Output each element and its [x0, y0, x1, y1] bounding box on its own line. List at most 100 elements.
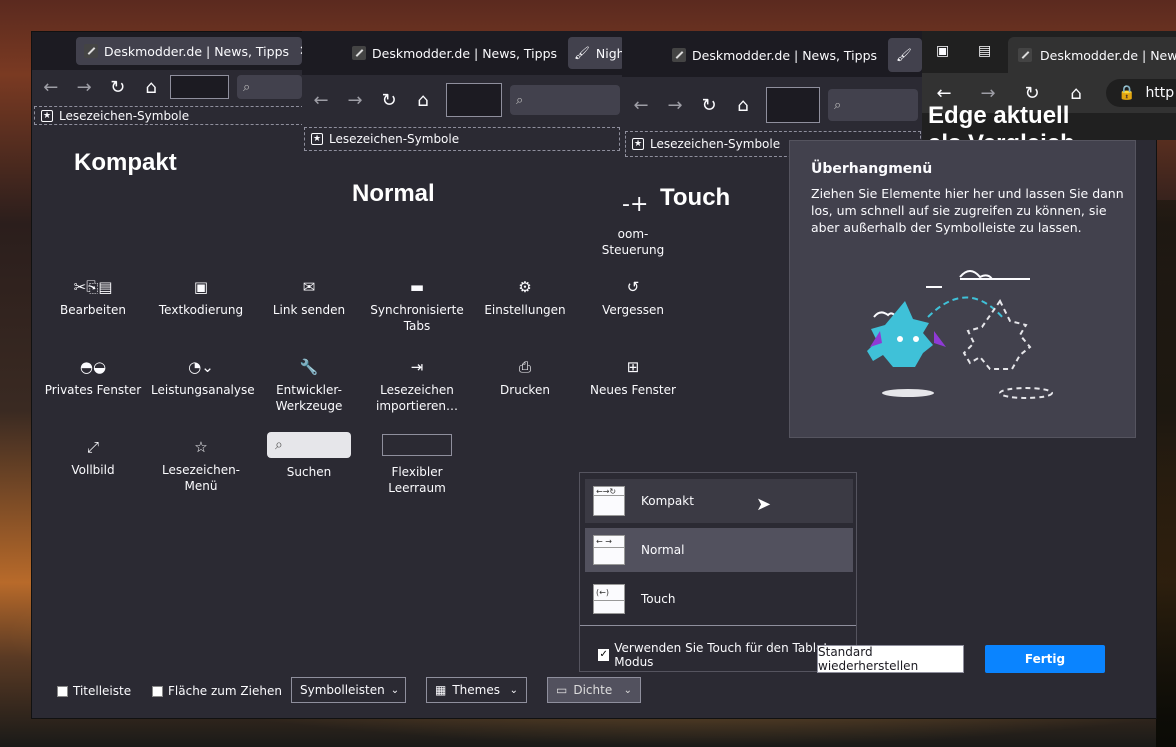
tab-deskmodder[interactable]: Deskmodder.de | News, Tipps ✕ — [346, 39, 564, 67]
url-input[interactable] — [766, 87, 820, 123]
edge-tab[interactable]: Deskmodder.de | News, Ti — [1008, 37, 1176, 73]
palette-print[interactable]: ⎙ Drucken — [475, 356, 575, 398]
density-option-touch[interactable]: (←) Touch — [585, 577, 853, 621]
themes-label: Themes — [452, 683, 500, 697]
close-icon[interactable]: ✕ — [295, 44, 302, 59]
titlebar-checkbox[interactable]: Titelleiste — [57, 684, 131, 698]
tab-deskmodder[interactable]: Deskmodder.de | News, Tipps ✕ — [666, 40, 888, 70]
home-icon[interactable]: ⌂ — [726, 95, 760, 116]
toolbars-dropdown[interactable]: Symbolleisten ⌄ — [291, 677, 406, 703]
palette-flexible-space[interactable]: Flexibler Leerraum — [367, 432, 467, 496]
reload-icon[interactable]: ↻ — [372, 90, 406, 111]
density-option-label: Normal — [641, 543, 685, 557]
edge-caption-line1: Edge aktuell — [928, 102, 1070, 129]
palette-label: Vergessen — [602, 303, 664, 317]
divider — [580, 625, 856, 626]
palette-search[interactable]: ⌕ Suchen — [259, 432, 359, 480]
workspaces-icon[interactable]: ▣ — [936, 43, 949, 59]
tab-actions-icon[interactable]: ▤ — [978, 43, 991, 59]
palette-zoom-controls[interactable]: oom- Steuerung — [583, 226, 683, 258]
checkmark-icon: ✓ — [598, 649, 610, 661]
back-icon[interactable]: ← — [34, 77, 67, 98]
tab-title: Nigh — [595, 45, 624, 61]
label-touch: Touch — [660, 184, 731, 211]
palette-developer-tools[interactable]: 🔧 Entwickler-Werkzeuge — [259, 356, 359, 414]
reload-icon[interactable]: ↻ — [101, 77, 134, 98]
palette-private-window[interactable]: ◓◒ Privates Fenster — [43, 356, 143, 398]
palette-label: Flexibler Leerraum — [388, 465, 446, 495]
forward-icon[interactable]: → — [67, 77, 100, 98]
url-input[interactable] — [169, 75, 229, 99]
tab-night[interactable]: 🖌 Nigh — [568, 37, 624, 69]
palette-label: Leistungsanalyse — [151, 383, 255, 397]
forward-icon[interactable]: → — [966, 83, 1010, 104]
tab-bar: Deskmodder.de | News, Tipps ✕ 🖌 — [622, 31, 922, 77]
bookmarks-toolbar[interactable]: ★ Lesezeichen-Symbole — [304, 127, 620, 151]
bookmarks-toolbar-label: Lesezeichen-Symbole — [329, 132, 460, 146]
palette-profiler[interactable]: ◔⌄ Leistungsanalyse — [151, 356, 255, 398]
label-kompakt: Kompakt — [74, 149, 177, 176]
palette-forget[interactable]: ↺ Vergessen — [583, 276, 683, 318]
palette-email-link[interactable]: ✉ Link senden — [259, 276, 359, 318]
back-icon[interactable]: ← — [624, 95, 658, 116]
edge-address-text: http — [1145, 85, 1175, 101]
palette-new-window[interactable]: ⊞ Neues Fenster — [583, 356, 683, 398]
bookmark-star-icon: ★ — [311, 133, 323, 145]
nav-bar: ← → ↻ ⌂ ⌕ — [622, 83, 922, 127]
density-option-compact[interactable]: ←→↻ Kompakt — [585, 479, 853, 523]
restore-defaults-button[interactable]: Standard wiederherstellen — [817, 645, 964, 673]
done-button[interactable]: Fertig — [985, 645, 1105, 673]
palette-settings[interactable]: ⚙ Einstellungen — [475, 276, 575, 318]
zoom-plus-icon: -+ — [622, 192, 649, 217]
tab-deskmodder[interactable]: Deskmodder.de | News, Tipps ✕ — [76, 37, 302, 65]
close-icon[interactable]: ✕ — [563, 46, 564, 61]
search-input[interactable]: ⌕ — [828, 89, 918, 121]
reload-icon[interactable]: ↻ — [1010, 83, 1054, 104]
printer-icon: ⎙ — [518, 358, 531, 376]
home-icon[interactable]: ⌂ — [134, 77, 167, 98]
palette-fullscreen[interactable]: ⤢ Vollbild — [43, 436, 143, 478]
themes-dropdown[interactable]: ▦ Themes ⌄ — [426, 677, 527, 703]
overflow-title: Überhangmenü — [811, 161, 933, 177]
home-icon[interactable]: ⌂ — [1054, 83, 1098, 104]
density-option-label: Kompakt — [641, 494, 694, 508]
bookmark-star-icon: ★ — [41, 109, 53, 122]
density-popup: ←→↻ Kompakt ← → Normal (←) Touch ✓ Verwe… — [579, 472, 857, 672]
drag-space-checkbox[interactable]: Fläche zum Ziehen — [152, 684, 282, 698]
palette-edit[interactable]: ✂⎘▤ Bearbeiten — [43, 276, 143, 318]
forward-icon[interactable]: → — [338, 90, 372, 111]
search-input[interactable]: ⌕ — [510, 85, 620, 115]
chevron-down-icon: ⌄ — [623, 684, 632, 696]
density-normal-icon: ← → — [593, 535, 625, 565]
palette-synced-tabs[interactable]: ▬ Synchronisierte Tabs — [367, 276, 467, 334]
back-icon[interactable]: ← — [922, 83, 966, 104]
laptop-icon: ▬ — [409, 278, 425, 296]
dragon-illustration — [867, 270, 1053, 399]
palette-label: Synchronisierte Tabs — [370, 303, 464, 333]
bookmarks-toolbar[interactable]: ★ Lesezeichen-Symbole — [34, 106, 304, 125]
chevron-down-icon: ⌄ — [390, 684, 400, 696]
bookmarks-toolbar-label: Lesezeichen-Symbole — [650, 137, 781, 151]
palette-label: Suchen — [286, 465, 332, 479]
reload-icon[interactable]: ↻ — [692, 95, 726, 116]
forward-icon[interactable]: → — [658, 95, 692, 116]
bookmark-star-icon: ☆ — [194, 438, 208, 456]
overflow-menu-panel[interactable]: Überhangmenü Ziehen Sie Elemente hier he… — [789, 140, 1136, 438]
palette-text-encoding[interactable]: ▣ Textkodierung — [151, 276, 251, 318]
density-compact-icon: ←→↻ — [593, 486, 625, 516]
edge-address-bar[interactable]: 🔒 http — [1106, 79, 1176, 107]
back-icon[interactable]: ← — [304, 90, 338, 111]
search-input[interactable]: ⌕ — [236, 75, 303, 99]
home-icon[interactable]: ⌂ — [406, 90, 440, 111]
density-touch-icon: (←) — [593, 584, 625, 614]
palette-bookmarks-menu[interactable]: ☆ Lesezeichen-Menü — [151, 436, 251, 494]
favicon-icon — [672, 48, 686, 62]
density-option-normal[interactable]: ← → Normal — [585, 528, 853, 572]
palette-import-bookmarks[interactable]: ⇥ Lesezeichen importieren… — [367, 356, 467, 414]
density-dropdown[interactable]: ▭ Dichte ⌄ — [547, 677, 641, 703]
url-input[interactable] — [446, 83, 502, 117]
palette-label: oom- — [617, 227, 649, 241]
edge-tab-bar: ▣ ▤ Deskmodder.de | News, Ti — [922, 31, 1176, 73]
tab-night[interactable]: 🖌 — [888, 38, 922, 72]
chevron-down-icon: ⌄ — [509, 684, 518, 696]
